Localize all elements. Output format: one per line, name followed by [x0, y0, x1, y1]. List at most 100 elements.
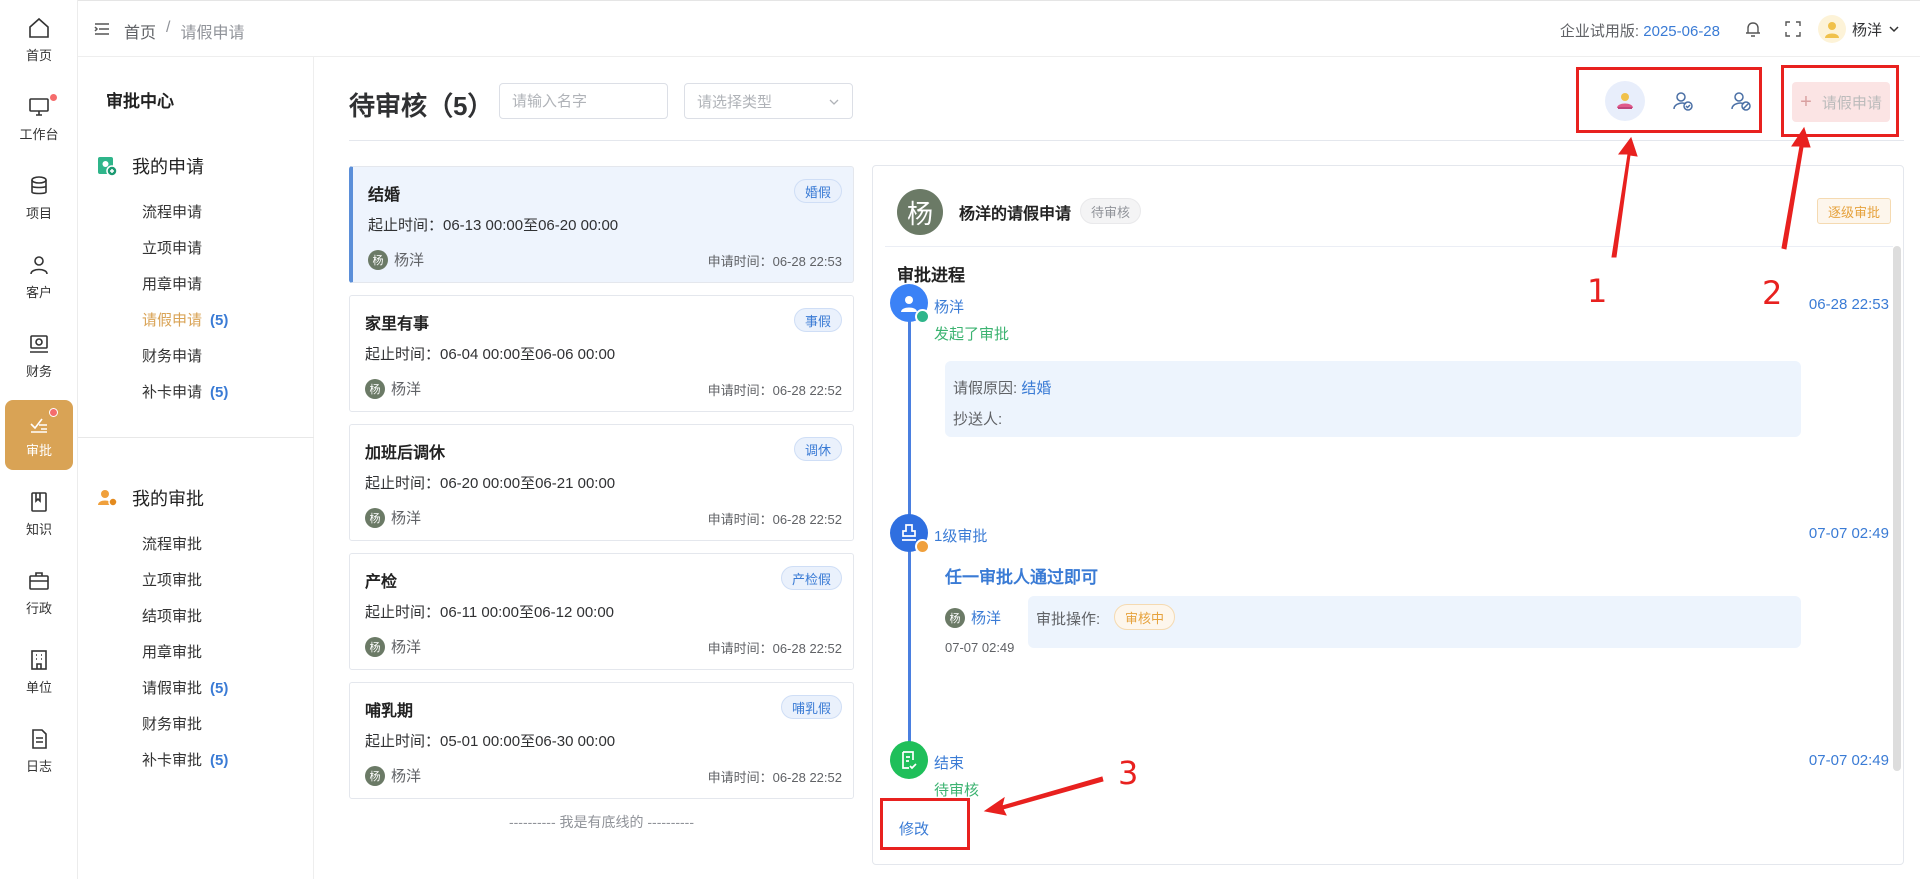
rail-label: 工作台 [19, 127, 59, 142]
leave-type-tag: 事假 [793, 308, 842, 332]
rail-item-workbench[interactable]: 工作台 [5, 84, 73, 154]
annotation-number-1: 1 [1587, 272, 1608, 310]
request-user-name: 杨洋 [391, 639, 422, 656]
request-card-selected[interactable]: 结婚 婚假 起止时间：06-13 00:00至06-20 00:00 杨杨洋 申… [349, 166, 854, 283]
sidebar-item-seal-apply[interactable]: 用章申请 [142, 273, 202, 294]
request-card[interactable]: 加班后调休 调休 起止时间：06-20 00:00至06-21 00:00 杨杨… [349, 424, 854, 541]
rail-item-approval[interactable]: 审批 [5, 400, 73, 470]
sidebar-item-clock-approve[interactable]: 补卡审批 (5) [142, 749, 228, 770]
request-card[interactable]: 哺乳期 哺乳假 起止时间：05-01 00:00至06-30 00:00 杨杨洋… [349, 682, 854, 799]
sidebar-item-seal-approve[interactable]: 用章审批 [142, 641, 202, 662]
avatar: 杨 [365, 636, 385, 657]
request-card[interactable]: 家里有事 事假 起止时间：06-04 00:00至06-06 00:00 杨杨洋… [349, 295, 854, 412]
notification-dot [50, 94, 57, 101]
sidebar-item-finance-apply[interactable]: 财务申请 [142, 345, 202, 366]
timeline-node-start [890, 284, 930, 324]
sidebar-item-process-approve[interactable]: 流程审批 [142, 533, 202, 554]
rail-label: 首页 [25, 48, 52, 63]
bell-icon[interactable] [1743, 19, 1763, 39]
cc-row: 抄送人: [953, 408, 1002, 429]
count-badge: (5) [210, 752, 229, 769]
rail-item-home[interactable]: 首页 [5, 5, 73, 75]
request-time: 申请时间：06-28 22:53 [707, 254, 842, 269]
database-icon [31, 176, 47, 195]
sidebar-item-finance-approve[interactable]: 财务审批 [142, 713, 202, 734]
name-search-input-wrap[interactable] [499, 83, 668, 119]
rail-item-unit[interactable]: 单位 [5, 637, 73, 707]
my-approve-icon [98, 490, 118, 507]
rail-label: 项目 [25, 206, 52, 221]
rail-item-admin[interactable]: 行政 [5, 558, 73, 628]
request-user-name: 杨洋 [391, 381, 422, 398]
book-icon [31, 492, 47, 512]
count-badge: (5) [210, 384, 229, 401]
breadcrumb-current: 请假申请 [180, 25, 245, 42]
request-title: 家里有事 [365, 316, 430, 333]
request-title: 结婚 [368, 187, 401, 204]
scrollbar[interactable] [1893, 246, 1901, 771]
rail-item-knowledge[interactable]: 知识 [5, 479, 73, 549]
request-card[interactable]: 产检 产检假 起止时间：06-11 00:00至06-12 00:00 杨杨洋 … [349, 553, 854, 670]
rail-item-customer[interactable]: 客户 [5, 242, 73, 312]
header-divider [349, 140, 1904, 141]
rail-label: 审批 [25, 443, 52, 458]
rail-label: 单位 [25, 680, 52, 695]
rail-label: 行政 [25, 601, 52, 616]
rail-item-finance[interactable]: 财务 [5, 321, 73, 391]
home-icon [29, 17, 49, 38]
end-time: 07-07 02:49 [1808, 752, 1889, 769]
sidebar-item-project-apply[interactable]: 立项申请 [142, 237, 202, 258]
request-user: 杨杨洋 [365, 636, 421, 657]
trial-label: 企业试用版: [1559, 23, 1640, 40]
end-sub: 待审核 [934, 782, 980, 799]
fullscreen-icon[interactable] [1783, 19, 1803, 39]
request-range: 起止时间：05-01 00:00至06-30 00:00 [365, 733, 616, 750]
sidebar-item-close-approve[interactable]: 结项审批 [142, 605, 202, 626]
request-title: 哺乳期 [365, 703, 414, 720]
sidebar-item-clock-apply[interactable]: 补卡申请 (5) [142, 381, 228, 402]
annotation-box-2 [1781, 65, 1899, 137]
group-label: 我的申请 [132, 157, 204, 177]
trial-info: 企业试用版: 2025-06-28 [1560, 20, 1720, 41]
approval-operation-box: 审批操作: 审核中 [1028, 596, 1801, 648]
group-my-apply: 我的申请 [96, 153, 204, 179]
rail-item-project[interactable]: 项目 [5, 163, 73, 233]
page-title: 待审核（5） [349, 91, 494, 121]
approval-sidebar: 审批中心 我的申请 流程申请 立项申请 用章申请 请假申请 (5) 财务申请 补卡… [78, 57, 314, 879]
name-search-input[interactable] [512, 92, 655, 110]
rail-item-log[interactable]: 日志 [5, 716, 73, 786]
annotation-box-1 [1576, 67, 1762, 133]
user-avatar-icon [1824, 22, 1839, 38]
sidebar-item-process-apply[interactable]: 流程申请 [142, 201, 202, 222]
type-select[interactable]: 请选择类型 [684, 83, 853, 119]
cc-label: 抄送人: [953, 411, 1003, 428]
menu-fold-icon[interactable] [94, 22, 110, 36]
check-badge-icon [915, 309, 930, 324]
list-end-text: ---------- 我是有底线的 ---------- [508, 814, 695, 830]
breadcrumb-home[interactable]: 首页 [124, 19, 156, 43]
rail-label: 知识 [25, 522, 52, 537]
user-menu[interactable]: 杨洋 [1817, 15, 1900, 43]
sidebar-divider [78, 437, 314, 438]
detail-title: 杨洋的请假申请 [959, 206, 1072, 223]
request-range: 起止时间：06-13 00:00至06-20 00:00 [368, 217, 619, 234]
level1-time: 07-07 02:49 [1808, 525, 1889, 542]
approval-rule: 任一审批人通过即可 [945, 568, 1098, 587]
trial-date: 2025-06-28 [1643, 23, 1720, 40]
sidebar-item-leave-apply[interactable]: 请假申请 (5) [142, 309, 228, 330]
sidebar-item-leave-approve[interactable]: 请假审批 (5) [142, 677, 228, 698]
notification-dot [49, 408, 58, 417]
detail-divider [885, 246, 1893, 247]
sidebar-item-project-approve[interactable]: 立项审批 [142, 569, 202, 590]
avatar: 杨 [945, 607, 965, 628]
request-title: 产检 [365, 574, 398, 591]
approver-time: 07-07 02:49 [945, 640, 1015, 655]
group-label: 我的审批 [132, 489, 204, 509]
group-my-approve: 我的审批 [96, 485, 204, 511]
timeline-node-end [890, 741, 928, 779]
leave-type-tag: 调休 [793, 437, 842, 461]
leave-type-tag: 哺乳假 [780, 695, 842, 719]
request-user-name: 杨洋 [391, 768, 422, 785]
type-select-placeholder: 请选择类型 [697, 93, 773, 111]
request-range: 起止时间：06-11 00:00至06-12 00:00 [365, 604, 615, 621]
